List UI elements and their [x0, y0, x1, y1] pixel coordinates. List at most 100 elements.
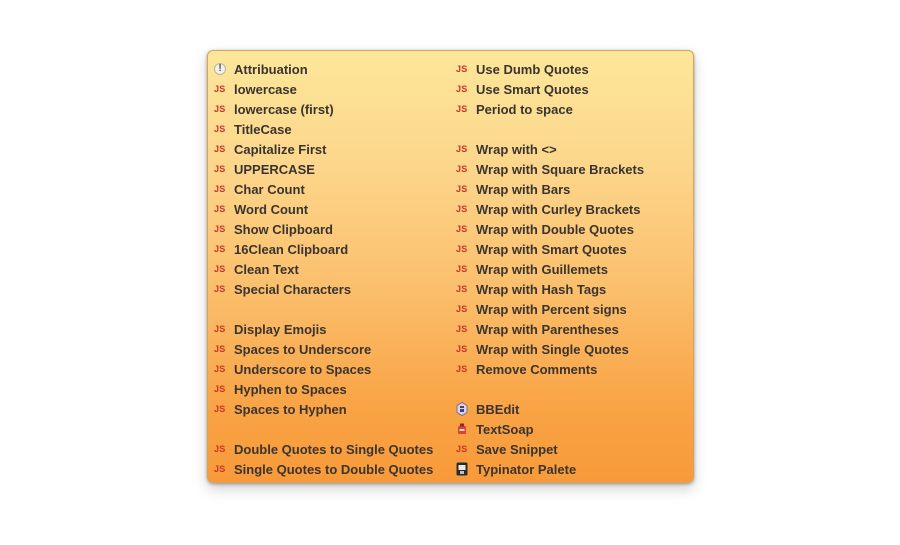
- menu-item-use-smart-quotes[interactable]: JS Use Smart Quotes: [456, 79, 692, 99]
- menu-item-label: Special Characters: [234, 281, 352, 297]
- js-icon: JS: [214, 444, 226, 454]
- menu-item-label: Wrap with Guillemets: [476, 261, 608, 277]
- menu-item-wrap-hash-tags[interactable]: JS Wrap with Hash Tags: [456, 279, 692, 299]
- warning-icon: !: [214, 63, 226, 75]
- menu-item-clean-text[interactable]: JS Clean Text: [214, 259, 450, 279]
- js-icon: JS: [214, 184, 226, 194]
- js-icon: JS: [214, 224, 226, 234]
- menu-item-label: 16Clean Clipboard: [234, 241, 349, 257]
- menu-item-label: Period to space: [476, 101, 573, 117]
- menu-item-label: BBEdit: [476, 401, 520, 417]
- menu-item-capitalize-first[interactable]: JS Capitalize First: [214, 139, 450, 159]
- js-icon: JS: [456, 164, 468, 174]
- js-icon: JS: [214, 244, 226, 254]
- js-icon: JS: [214, 324, 226, 334]
- menu-item-wrap-percent-signs[interactable]: JS Wrap with Percent signs: [456, 299, 692, 319]
- textsoap-app-icon: [458, 423, 466, 434]
- menu-item-label: Remove Comments: [476, 361, 598, 377]
- menu-item-bbedit[interactable]: BBEdit: [456, 399, 692, 419]
- js-icon: JS: [456, 64, 468, 74]
- menu-item-hyphen-to-spaces[interactable]: JS Hyphen to Spaces: [214, 379, 450, 399]
- menu-item-label: Attribuation: [234, 61, 308, 77]
- menu-item-remove-comments[interactable]: JS Remove Comments: [456, 359, 692, 379]
- menu-item-label: Display Emojis: [234, 321, 327, 337]
- js-icon: JS: [456, 144, 468, 154]
- menu-item-save-snippet[interactable]: JS Save Snippet: [456, 439, 692, 459]
- js-icon: JS: [456, 344, 468, 354]
- menu-item-wrap-square-brackets[interactable]: JS Wrap with Square Brackets: [456, 159, 692, 179]
- menu-item-period-to-space[interactable]: JS Period to space: [456, 99, 692, 119]
- js-icon: JS: [214, 204, 226, 214]
- menu-item-label: Wrap with Hash Tags: [476, 281, 607, 297]
- menu-item-label: Wrap with Curley Brackets: [476, 201, 641, 217]
- menu-item-label: Spaces to Underscore: [234, 341, 372, 357]
- menu-item-wrap-single-quotes[interactable]: JS Wrap with Single Quotes: [456, 339, 692, 359]
- menu-item-clean-clipboard[interactable]: JS 16Clean Clipboard: [214, 239, 450, 259]
- js-icon: JS: [214, 344, 226, 354]
- menu-separator: [214, 419, 450, 439]
- menu-item-label: Underscore to Spaces: [234, 361, 372, 377]
- js-icon: JS: [456, 244, 468, 254]
- menu-item-label: lowercase: [234, 81, 297, 97]
- menu-item-label: Typinator Palete: [476, 461, 577, 477]
- menu-item-wrap-curley-brackets[interactable]: JS Wrap with Curley Brackets: [456, 199, 692, 219]
- menu-item-attribuation[interactable]: ! Attribuation: [214, 59, 450, 79]
- js-icon: JS: [456, 304, 468, 314]
- menu-item-wrap-double-quotes[interactable]: JS Wrap with Double Quotes: [456, 219, 692, 239]
- menu-item-label: Wrap with <>: [476, 141, 557, 157]
- menu-item-typinator-palete[interactable]: Typinator Palete: [456, 459, 692, 479]
- menu-item-titlecase[interactable]: JS TitleCase: [214, 119, 450, 139]
- menu-item-single-to-double-quotes[interactable]: JS Single Quotes to Double Quotes: [214, 459, 450, 479]
- bbedit-app-icon: [456, 402, 468, 416]
- menu-item-wrap-bars[interactable]: JS Wrap with Bars: [456, 179, 692, 199]
- menu-item-label: Wrap with Bars: [476, 181, 571, 197]
- menu-item-word-count[interactable]: JS Word Count: [214, 199, 450, 219]
- js-icon: JS: [456, 284, 468, 294]
- menu-separator: [456, 379, 692, 399]
- menu-item-wrap-smart-quotes[interactable]: JS Wrap with Smart Quotes: [456, 239, 692, 259]
- menu-item-label: Capitalize First: [234, 141, 327, 157]
- menu-item-double-to-single-quotes[interactable]: JS Double Quotes to Single Quotes: [214, 439, 450, 459]
- typinator-app-icon: [456, 462, 468, 476]
- menu-item-special-characters[interactable]: JS Special Characters: [214, 279, 450, 299]
- menu-item-label: Save Snippet: [476, 441, 558, 457]
- js-icon: JS: [456, 184, 468, 194]
- menu-item-char-count[interactable]: JS Char Count: [214, 179, 450, 199]
- menu-item-label: Wrap with Double Quotes: [476, 221, 634, 237]
- menu-item-display-emojis[interactable]: JS Display Emojis: [214, 319, 450, 339]
- menu-item-show-clipboard[interactable]: JS Show Clipboard: [214, 219, 450, 239]
- menu-item-label: Wrap with Percent signs: [476, 301, 627, 317]
- typinator-menu-panel: ! Attribuation JS lowercase JS lowercase…: [207, 50, 694, 483]
- menu-column-left: ! Attribuation JS lowercase JS lowercase…: [214, 59, 450, 479]
- js-icon: JS: [456, 364, 468, 374]
- menu-item-label: TitleCase: [234, 121, 292, 137]
- js-icon: JS: [214, 464, 226, 474]
- menu-item-use-dumb-quotes[interactable]: JS Use Dumb Quotes: [456, 59, 692, 79]
- js-icon: JS: [214, 404, 226, 414]
- menu-item-label: UPPERCASE: [234, 161, 315, 177]
- menu-item-wrap-parentheses[interactable]: JS Wrap with Parentheses: [456, 319, 692, 339]
- js-icon: JS: [214, 384, 226, 394]
- menu-item-label: Word Count: [234, 201, 309, 217]
- menu-item-label: Char Count: [234, 181, 305, 197]
- menu-item-wrap-angle-brackets[interactable]: JS Wrap with <>: [456, 139, 692, 159]
- menu-item-spaces-to-hyphen[interactable]: JS Spaces to Hyphen: [214, 399, 450, 419]
- menu-item-lowercase-first[interactable]: JS lowercase (first): [214, 99, 450, 119]
- menu-item-underscore-to-spaces[interactable]: JS Underscore to Spaces: [214, 359, 450, 379]
- menu-item-spaces-to-underscore[interactable]: JS Spaces to Underscore: [214, 339, 450, 359]
- menu-item-label: Clean Text: [234, 261, 299, 277]
- menu-item-lowercase[interactable]: JS lowercase: [214, 79, 450, 99]
- menu-item-uppercase[interactable]: JS UPPERCASE: [214, 159, 450, 179]
- menu-item-label: Single Quotes to Double Quotes: [234, 461, 434, 477]
- js-icon: JS: [456, 264, 468, 274]
- menu-item-textsoap[interactable]: TextSoap: [456, 419, 692, 439]
- js-icon: JS: [214, 124, 226, 134]
- menu-column-right: JS Use Dumb Quotes JS Use Smart Quotes J…: [456, 59, 692, 479]
- js-icon: JS: [456, 444, 468, 454]
- menu-item-label: Show Clipboard: [234, 221, 333, 237]
- js-icon: JS: [214, 284, 226, 294]
- menu-item-wrap-guillemets[interactable]: JS Wrap with Guillemets: [456, 259, 692, 279]
- menu-separator: [456, 119, 692, 139]
- menu-item-label: Wrap with Smart Quotes: [476, 241, 627, 257]
- menu-separator: [214, 299, 450, 319]
